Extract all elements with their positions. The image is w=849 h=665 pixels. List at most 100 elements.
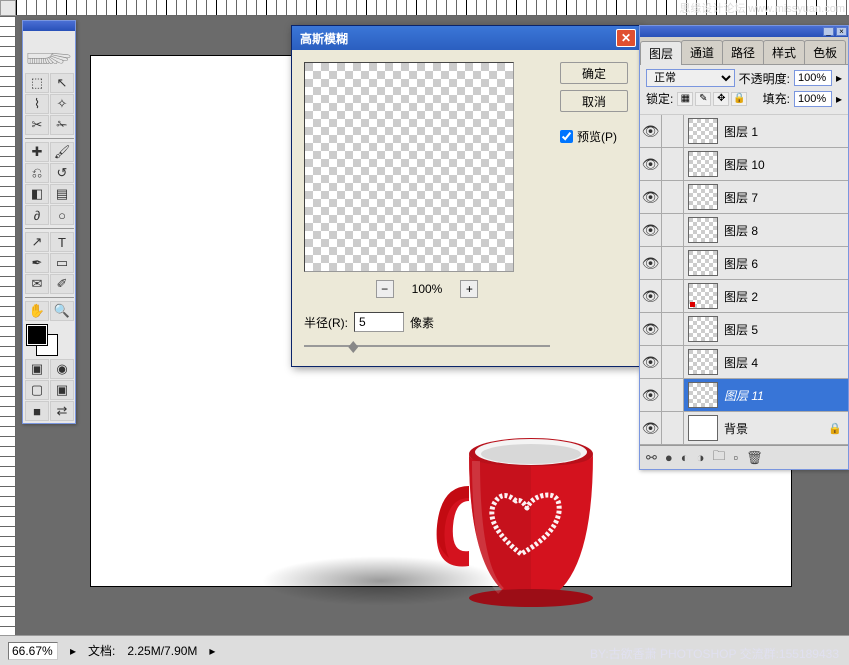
fx-icon[interactable]: ● [665, 450, 673, 465]
link-cell[interactable] [662, 214, 684, 246]
screen-mode-3[interactable]: ■ [25, 401, 49, 421]
preview-checkbox-row[interactable]: 预览(P) [560, 128, 628, 145]
blend-mode-select[interactable]: 正常 [646, 69, 735, 87]
layer-list[interactable]: 👁图层 1👁图层 10👁图层 7👁图层 8👁图层 6👁图层 2👁图层 5👁图层 … [640, 115, 848, 445]
link-cell[interactable] [662, 181, 684, 213]
layer-thumbnail[interactable] [688, 250, 718, 276]
layer-row[interactable]: 👁图层 2 [640, 280, 848, 313]
layer-thumbnail[interactable] [688, 217, 718, 243]
lock-all-icon[interactable]: 🔒 [731, 92, 747, 106]
standard-mode[interactable]: ▣ [25, 359, 49, 379]
folder-icon[interactable]: 🗀 [712, 447, 725, 469]
notes-tool[interactable]: ✉ [25, 274, 49, 294]
visibility-icon[interactable]: 👁 [640, 313, 662, 345]
brush-tool[interactable]: 🖌 [50, 142, 74, 162]
close-icon[interactable]: ✕ [616, 29, 636, 47]
lock-paint-icon[interactable]: ✎ [695, 92, 711, 106]
link-cell[interactable] [662, 313, 684, 345]
pen-tool[interactable]: ✒ [25, 253, 49, 273]
fill-input[interactable] [794, 91, 832, 107]
tab-通道[interactable]: 通道 [681, 40, 723, 64]
jump-to[interactable]: ⇄ [50, 401, 74, 421]
move-tool[interactable]: ↖ [50, 73, 74, 93]
zoom-tool[interactable]: 🔍 [50, 301, 74, 321]
ok-button[interactable]: 确定 [560, 62, 628, 84]
zoom-input[interactable] [8, 642, 58, 660]
radius-input[interactable] [354, 312, 404, 332]
layer-row[interactable]: 👁图层 1 [640, 115, 848, 148]
link-cell[interactable] [662, 412, 684, 444]
gradient-tool[interactable]: ▤ [50, 184, 74, 204]
layer-thumbnail[interactable] [688, 316, 718, 342]
new-layer-icon[interactable]: ▫ [734, 450, 739, 465]
eyedropper-tool[interactable]: ✐ [50, 274, 74, 294]
screen-mode-1[interactable]: ▢ [25, 380, 49, 400]
heal-tool[interactable]: ✚ [25, 142, 49, 162]
visibility-icon[interactable]: 👁 [640, 181, 662, 213]
link-cell[interactable] [662, 346, 684, 378]
layer-row[interactable]: 👁图层 10 [640, 148, 848, 181]
color-swatches[interactable] [23, 323, 75, 357]
layer-thumbnail[interactable] [688, 382, 718, 408]
path-tool[interactable]: ↗ [25, 232, 49, 252]
visibility-icon[interactable]: 👁 [640, 379, 662, 411]
panel-close-icon[interactable]: × [836, 27, 847, 36]
layer-row[interactable]: 👁图层 8 [640, 214, 848, 247]
opacity-input[interactable] [794, 70, 832, 86]
link-cell[interactable] [662, 379, 684, 411]
layer-row[interactable]: 👁图层 11 [640, 379, 848, 412]
tab-样式[interactable]: 样式 [763, 40, 805, 64]
lasso-tool[interactable]: ⌇ [25, 94, 49, 114]
screen-mode-2[interactable]: ▣ [50, 380, 74, 400]
zoom-out-button[interactable]: − [376, 280, 394, 298]
visibility-icon[interactable]: 👁 [640, 280, 662, 312]
layer-row[interactable]: 👁图层 6 [640, 247, 848, 280]
arrow-icon[interactable]: ▸ [70, 644, 76, 658]
layer-row[interactable]: 👁图层 5 [640, 313, 848, 346]
tab-图层[interactable]: 图层 [640, 41, 682, 65]
layer-row[interactable]: 👁背景🔒 [640, 412, 848, 445]
cancel-button[interactable]: 取消 [560, 90, 628, 112]
panel-titlebar[interactable]: _ × [640, 26, 848, 37]
radius-slider[interactable] [304, 338, 550, 354]
type-tool[interactable]: T [50, 232, 74, 252]
crop-tool[interactable]: ✂ [25, 115, 49, 135]
preview-box[interactable] [304, 62, 514, 272]
link-layers-icon[interactable]: ⚯ [646, 450, 657, 466]
stamp-tool[interactable]: ⎌ [25, 163, 49, 183]
layer-thumbnail[interactable] [688, 415, 718, 441]
fill-arrow-icon[interactable]: ▸ [836, 92, 842, 106]
layer-thumbnail[interactable] [688, 349, 718, 375]
lock-transparency-icon[interactable]: ▦ [677, 92, 693, 106]
visibility-icon[interactable]: 👁 [640, 247, 662, 279]
link-cell[interactable] [662, 280, 684, 312]
shape-tool[interactable]: ▭ [50, 253, 74, 273]
layer-thumbnail[interactable] [688, 151, 718, 177]
visibility-icon[interactable]: 👁 [640, 412, 662, 444]
history-brush-tool[interactable]: ↺ [50, 163, 74, 183]
layer-thumbnail[interactable] [688, 283, 718, 309]
doc-arrow-icon[interactable]: ▸ [209, 644, 215, 658]
link-cell[interactable] [662, 148, 684, 180]
preview-checkbox[interactable] [560, 130, 573, 143]
layer-row[interactable]: 👁图层 4 [640, 346, 848, 379]
wand-tool[interactable]: ✧ [50, 94, 74, 114]
tab-色板[interactable]: 色板 [804, 40, 846, 64]
layer-row[interactable]: 👁图层 7 [640, 181, 848, 214]
link-cell[interactable] [662, 247, 684, 279]
link-cell[interactable] [662, 115, 684, 147]
visibility-icon[interactable]: 👁 [640, 115, 662, 147]
lock-position-icon[interactable]: ✥ [713, 92, 729, 106]
slice-tool[interactable]: ✁ [50, 115, 74, 135]
visibility-icon[interactable]: 👁 [640, 214, 662, 246]
opacity-arrow-icon[interactable]: ▸ [836, 71, 842, 85]
layer-thumbnail[interactable] [688, 118, 718, 144]
slider-thumb[interactable] [348, 341, 358, 353]
quickmask-mode[interactable]: ◉ [50, 359, 74, 379]
layer-thumbnail[interactable] [688, 184, 718, 210]
foreground-color[interactable] [27, 325, 47, 345]
trash-icon[interactable]: 🗑 [746, 450, 763, 466]
ruler-vertical[interactable] [0, 16, 16, 635]
zoom-in-button[interactable]: + [460, 280, 478, 298]
visibility-icon[interactable]: 👁 [640, 346, 662, 378]
